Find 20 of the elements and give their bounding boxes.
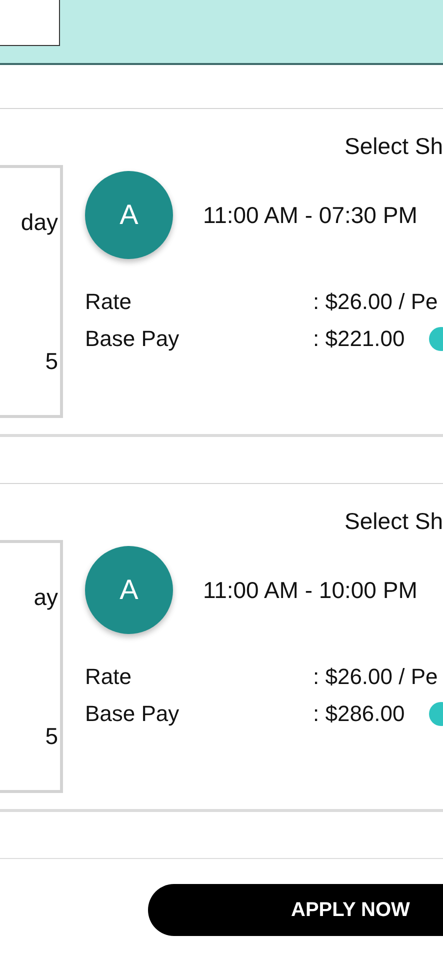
detail-label: Base Pay [85,700,180,726]
select-shift-label[interactable]: Select Sh [344,508,443,536]
date-text: ay [34,583,58,611]
avatar: A [85,546,173,634]
time-range: 11:00 AM - 07:30 PM [203,202,418,228]
select-shift-label[interactable]: Select Sh [344,133,443,161]
time-range: 11:00 AM - 10:00 PM [203,576,418,604]
date-text: day [20,208,58,236]
date-text: 5 [45,722,58,750]
detail-value: : $286.00 [313,700,405,726]
header-box [0,0,60,46]
apply-now-button[interactable]: APPLY NOW [148,884,443,936]
detail-value: : $26.00 / Pe [313,288,438,314]
detail-label: Rate [85,288,132,314]
detail-label: Rate [85,664,132,690]
date-text: 5 [45,347,58,375]
detail-value: : $221.00 [313,326,405,352]
avatar: A [85,171,173,259]
detail-label: Base Pay [85,326,180,352]
detail-value: : $26.00 / Pe [313,664,438,690]
